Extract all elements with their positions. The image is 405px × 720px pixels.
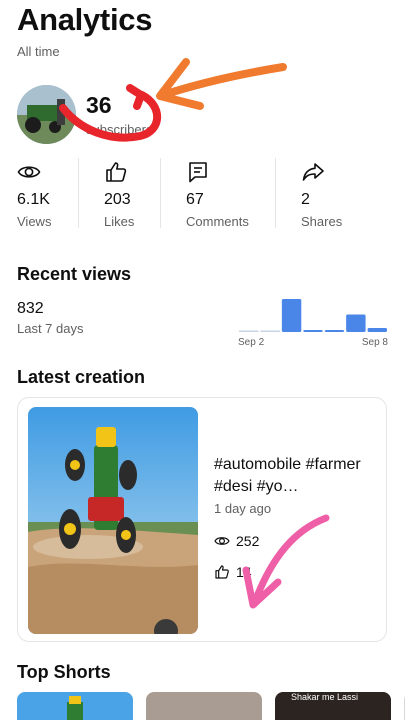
short-thumbnail[interactable] [146, 692, 262, 720]
chart-end-label: Sep 8 [362, 337, 388, 348]
video-title[interactable]: #automobile #farmer #desi #yo… [214, 454, 379, 498]
chart-bar [303, 330, 323, 332]
chart-bar [239, 330, 259, 332]
latest-creation-title: Latest creation [17, 367, 146, 387]
divider [275, 158, 276, 228]
chart-start-label: Sep 2 [238, 337, 265, 348]
stat-value: 67 [186, 191, 204, 208]
chart-bar [367, 328, 387, 332]
chart-bar [346, 314, 366, 332]
recent-views-value: 832 [17, 300, 44, 317]
page-title: Analytics [17, 2, 153, 37]
channel-avatar[interactable] [17, 85, 76, 144]
thumbs-up-icon [215, 565, 229, 579]
orange-arrow [156, 58, 287, 110]
stat-label: Views [17, 214, 52, 229]
subscriber-count: 36 [86, 92, 112, 118]
short-overlay-text: Shakar me Lassi [291, 692, 359, 702]
eye-icon [214, 537, 230, 545]
share-icon [302, 163, 324, 181]
video-thumbnail[interactable] [28, 407, 198, 634]
video-likes: 14 [214, 564, 252, 580]
divider [160, 158, 161, 228]
top-shorts-title: Top Shorts [17, 662, 111, 682]
comment-icon [189, 162, 207, 183]
stat-value: 6.1K [17, 191, 50, 208]
video-views-value: 252 [236, 533, 260, 549]
latest-creation-card[interactable]: #automobile #farmer #desi #yo… 1 day ago… [17, 397, 387, 642]
tractor-thumbnail-image [28, 407, 198, 634]
chart-bar [260, 330, 280, 332]
video-likes-value: 14 [236, 564, 252, 580]
short-thumbnail[interactable]: Shakar me Lassi [275, 692, 391, 720]
divider [78, 158, 79, 228]
thumbs-up-icon [106, 162, 127, 182]
video-views: 252 [214, 533, 259, 549]
stat-label: Comments [186, 214, 249, 229]
recent-views-period: Last 7 days [17, 321, 84, 336]
stats-row: 6.1K Views 203 Likes 67 Comments 2 Share… [0, 152, 405, 232]
top-shorts-row: Shakar me Lassi [17, 692, 405, 720]
stat-value: 203 [104, 191, 131, 208]
recent-views-chart[interactable]: Sep 2 Sep 8 [238, 295, 388, 350]
period-label[interactable]: All time [17, 44, 60, 59]
recent-views-title: Recent views [17, 264, 132, 284]
video-time: 1 day ago [214, 501, 272, 516]
stat-label: Likes [104, 214, 135, 229]
short-image [67, 696, 83, 720]
avatar-image [17, 85, 76, 144]
chart-bar [324, 330, 345, 332]
chart-bar [281, 299, 302, 332]
stat-value: 2 [301, 191, 310, 208]
subscriber-label: subscribers [86, 122, 153, 137]
eye-icon [17, 166, 41, 178]
short-thumbnail[interactable] [17, 692, 133, 720]
stat-label: Shares [301, 214, 343, 229]
